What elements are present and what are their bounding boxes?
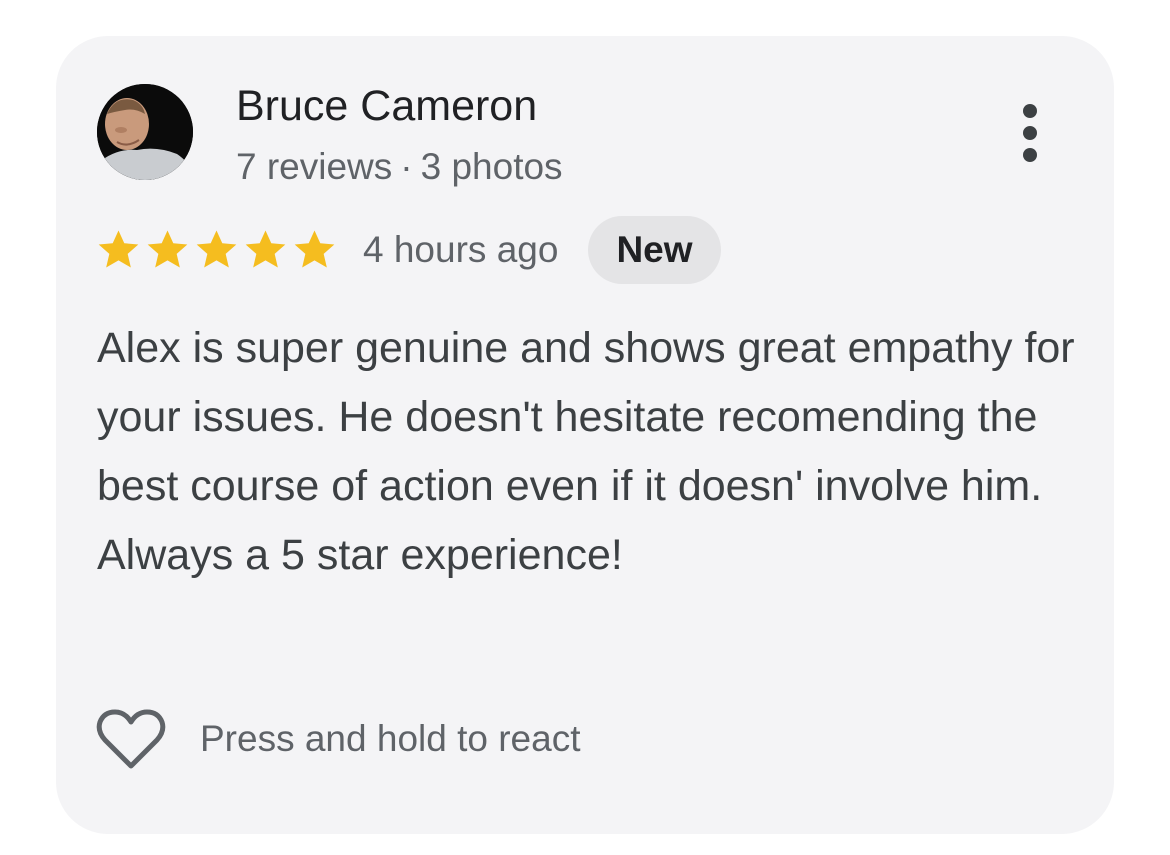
- star-filled-icon: [147, 229, 188, 268]
- star-filled-icon: [294, 229, 335, 268]
- photos-count: 3 photos: [420, 146, 563, 187]
- review-card: Bruce Cameron 7 reviews · 3 photos 4 hours…: [56, 36, 1114, 834]
- meta-separator: ·: [400, 146, 413, 187]
- reviewer-stats: 7 reviews · 3 photos: [236, 144, 563, 190]
- more-options-button[interactable]: [1000, 98, 1060, 168]
- reviewer-name[interactable]: Bruce Cameron: [236, 80, 537, 132]
- star-filled-icon: [196, 229, 237, 268]
- reviews-count: 7 reviews: [236, 146, 393, 187]
- star-filled-icon: [245, 229, 286, 268]
- react-label: Press and hold to react: [200, 718, 581, 759]
- avatar-photo-icon: [97, 84, 193, 180]
- star-rating: [96, 229, 337, 272]
- react-button[interactable]: Press and hold to react: [96, 704, 581, 774]
- review-time: 4 hours ago: [363, 229, 559, 270]
- more-vert-icon: [1023, 104, 1037, 162]
- review-text: Alex is super genuine and shows great em…: [97, 324, 1075, 579]
- heart-outline-icon: [96, 708, 166, 770]
- new-badge: New: [588, 216, 721, 284]
- star-filled-icon: [98, 229, 139, 268]
- reviewer-avatar[interactable]: [97, 84, 193, 180]
- rating-row: 4 hours ago New: [96, 216, 721, 284]
